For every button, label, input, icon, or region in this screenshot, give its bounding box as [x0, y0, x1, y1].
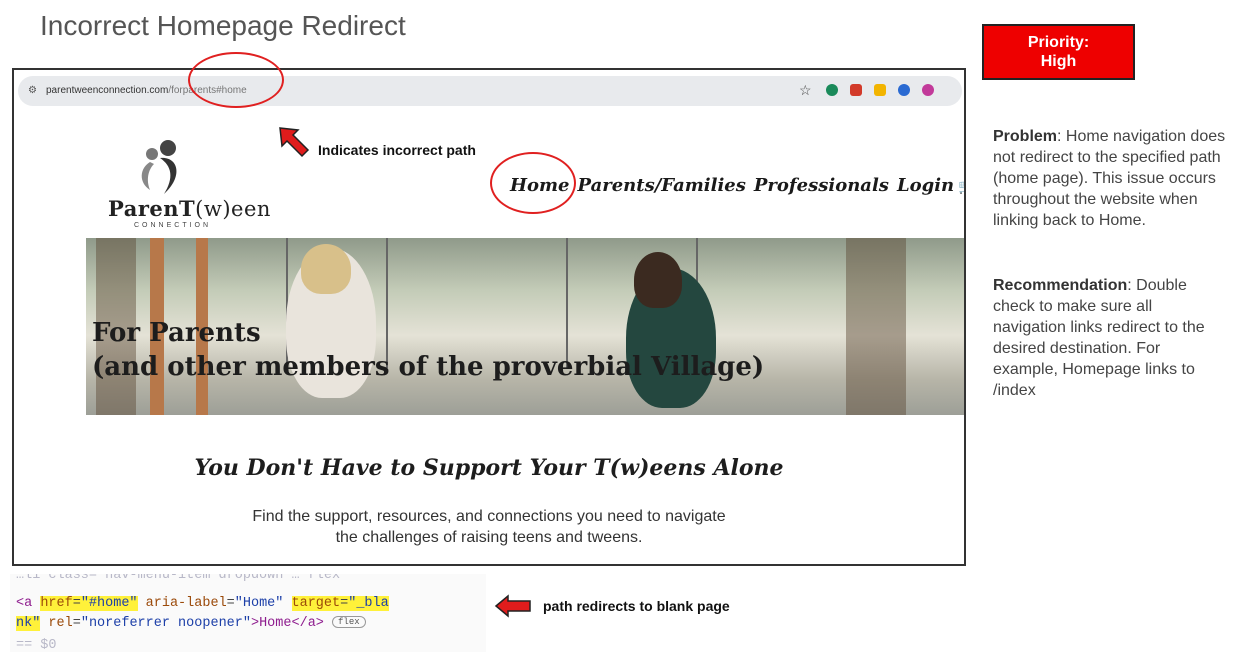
url-path-circle: [188, 52, 284, 108]
code-inner: >Home</a>: [250, 616, 324, 631]
priority-value: High: [1040, 53, 1077, 70]
description-line1: Find the support, resources, and connect…: [252, 508, 726, 525]
home-nav-circle: [490, 152, 576, 214]
code-aria-value: "Home": [234, 596, 284, 611]
nav-parents-families[interactable]: Parents/Families: [578, 175, 746, 196]
logo-word-rest: (w)een: [195, 197, 271, 221]
hero-title-line1: For Parents: [92, 318, 261, 348]
code-line-2[interactable]: nk" rel="noreferrer noopener">Home</a> f…: [16, 616, 366, 631]
code-target-value-a: "_bla: [348, 596, 389, 611]
problem-block: Problem: Home navigation does not redire…: [993, 126, 1229, 231]
priority-badge: Priority: High: [982, 24, 1135, 80]
url-domain: parentweenconnection.com: [46, 85, 169, 96]
hero-person-right-hair: [634, 252, 682, 308]
address-bar[interactable]: ⚙ parentweenconnection.com/forparents#ho…: [18, 76, 962, 106]
nav-login[interactable]: Login: [897, 175, 954, 196]
code-rel-value: "noreferrer noopener": [80, 616, 251, 631]
recommendation-block: Recommendation: Double check to make sur…: [993, 275, 1229, 401]
hero-banner: For Parents (and other members of the pr…: [86, 238, 964, 415]
site-info-icon[interactable]: ⚙: [28, 85, 40, 97]
hero-tree: [846, 238, 906, 415]
extension-icon-4[interactable]: [898, 84, 910, 96]
code-href-value: "#home": [80, 596, 138, 611]
code-open-tag: <a: [16, 596, 33, 611]
logo-word-bold: ParenT: [108, 196, 196, 221]
code-rel-attr: rel: [48, 616, 73, 631]
problem-label: Problem: [993, 128, 1058, 145]
site-nav: Home Parents/Families Professionals Logi…: [510, 175, 954, 196]
extension-icon-2[interactable]: [850, 84, 862, 96]
logo-wordmark[interactable]: ParenT(w)een: [108, 196, 271, 221]
arrow-up-left-icon: [279, 127, 310, 158]
slide-title: Incorrect Homepage Redirect: [40, 10, 406, 41]
recommendation-text: : Double check to make sure all navigati…: [993, 277, 1205, 399]
extension-icon-1[interactable]: [826, 84, 838, 96]
tagline: You Don't Have to Support Your T(w)eens …: [194, 455, 784, 481]
hero-title: For Parents (and other members of the pr…: [92, 316, 764, 384]
code-line-faded: …li class="nav-menu-item dropdown"… flex: [16, 574, 341, 583]
flex-badge[interactable]: flex: [332, 616, 366, 629]
incorrect-path-label: Indicates incorrect path: [318, 142, 476, 158]
nav-professionals[interactable]: Professionals: [754, 175, 889, 196]
extension-icon-3[interactable]: [874, 84, 886, 96]
notes-panel: Problem: Home navigation does not redire…: [993, 126, 1229, 445]
blank-page-label: path redirects to blank page: [543, 598, 730, 614]
hero-person-left-hair: [301, 244, 351, 294]
logo-subtitle: CONNECTION: [134, 222, 212, 229]
code-target-attr: target: [291, 596, 341, 611]
bookmark-star-icon[interactable]: ☆: [799, 82, 812, 99]
extension-icon-5[interactable]: [922, 84, 934, 96]
cart-icon[interactable]: 🛒: [958, 178, 964, 195]
recommendation-label: Recommendation: [993, 277, 1128, 294]
priority-label: Priority:: [1027, 34, 1090, 51]
logo-mark-icon[interactable]: [134, 138, 186, 196]
code-target-value-b: nk": [16, 616, 41, 631]
description: Find the support, resources, and connect…: [14, 506, 964, 548]
website-screenshot: ⚙ parentweenconnection.com/forparents#ho…: [12, 68, 966, 566]
arrow-left-icon: [494, 594, 531, 618]
code-line-1[interactable]: <a href="#home" aria-label="Home" target…: [16, 596, 389, 611]
description-line2: the challenges of raising teens and twee…: [335, 529, 643, 546]
hero-title-line2: (and other members of the proverbial Vil…: [92, 352, 765, 382]
code-href-attr: href: [40, 596, 73, 611]
code-line-last: == $0: [16, 638, 57, 652]
code-aria-attr: aria-label: [145, 596, 227, 611]
devtools-snippet: …li class="nav-menu-item dropdown"… flex…: [10, 574, 486, 652]
